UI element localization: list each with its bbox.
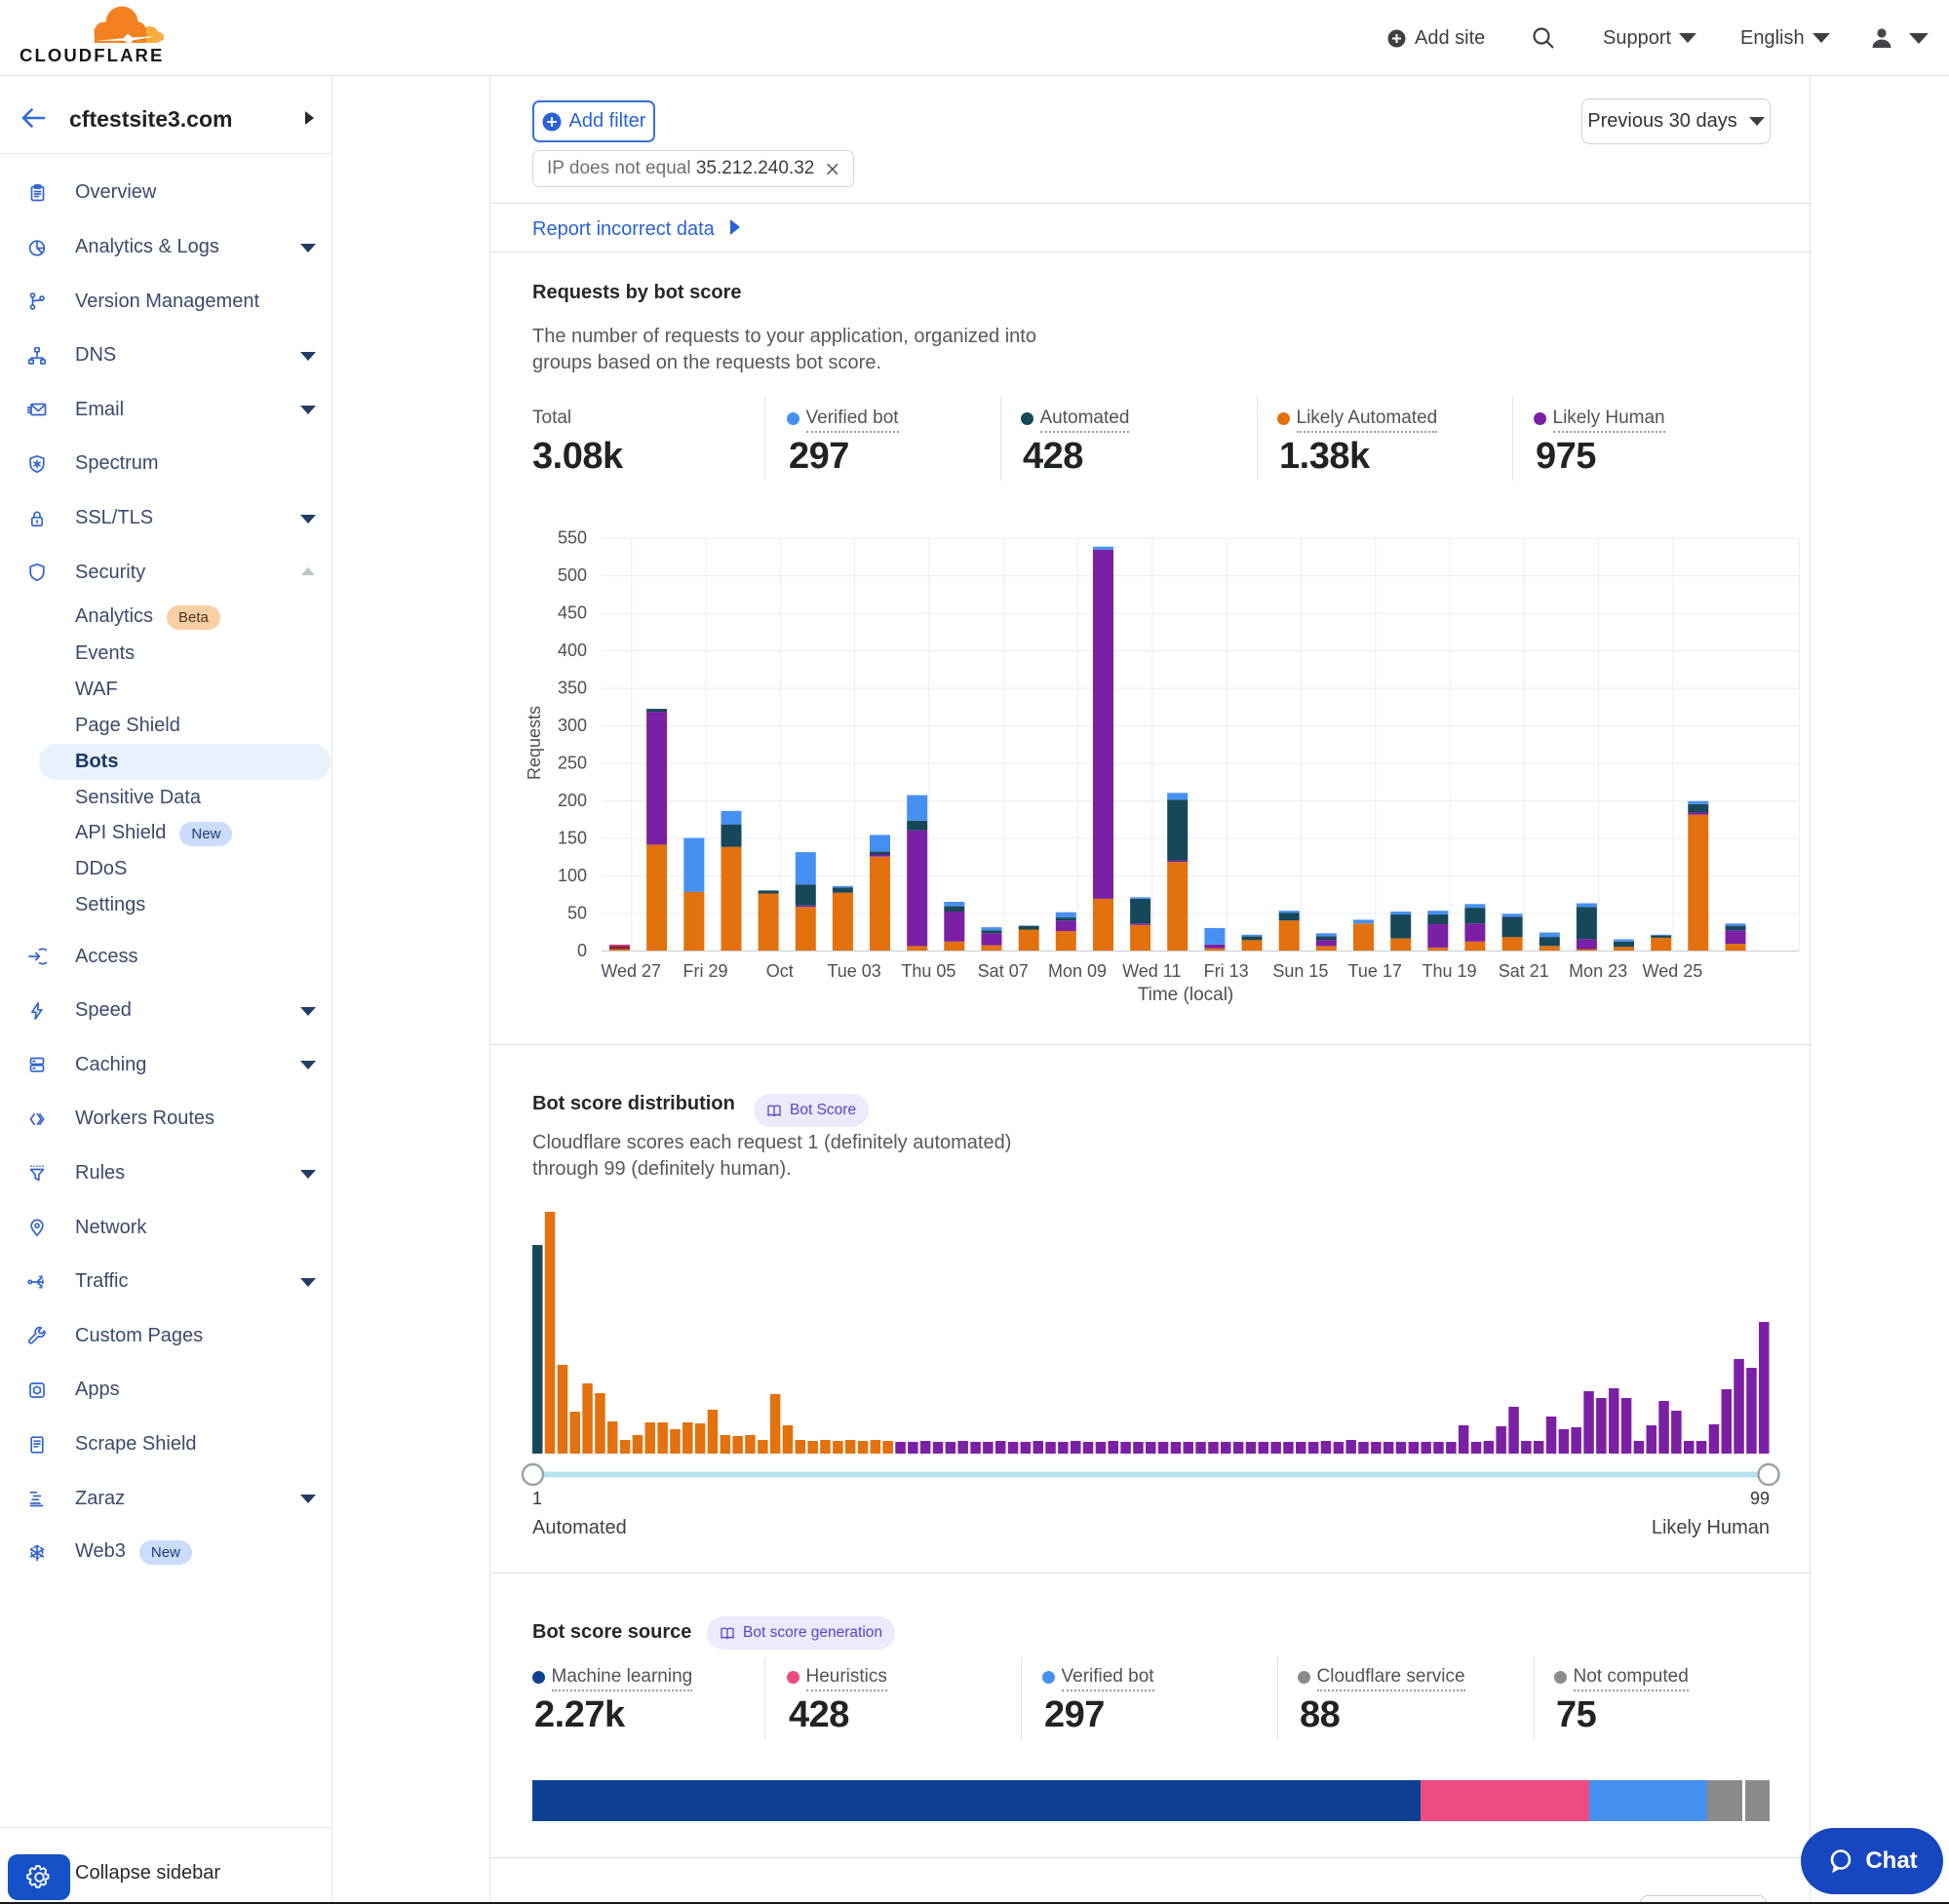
svg-text:Wed 27: Wed 27 xyxy=(601,961,661,981)
svg-text:Wed 25: Wed 25 xyxy=(1643,961,1703,981)
svg-text:400: 400 xyxy=(558,641,587,660)
svg-text:Mon 09: Mon 09 xyxy=(1048,961,1107,981)
svg-text:200: 200 xyxy=(558,791,587,810)
svg-text:Thu 19: Thu 19 xyxy=(1422,961,1476,981)
svg-text:1: 1 xyxy=(532,1489,542,1508)
svg-text:Thu 05: Thu 05 xyxy=(901,961,955,981)
svg-text:250: 250 xyxy=(558,754,587,773)
svg-text:Sat 07: Sat 07 xyxy=(978,961,1029,981)
svg-text:300: 300 xyxy=(558,716,587,735)
svg-text:450: 450 xyxy=(558,603,587,623)
svg-text:150: 150 xyxy=(558,829,587,848)
svg-text:Requests: Requests xyxy=(525,706,544,780)
svg-text:Fri 29: Fri 29 xyxy=(682,961,727,981)
svg-text:Sat 21: Sat 21 xyxy=(1499,961,1549,981)
svg-text:99: 99 xyxy=(1750,1489,1770,1508)
svg-text:Tue 17: Tue 17 xyxy=(1348,961,1402,981)
svg-text:Fri 13: Fri 13 xyxy=(1204,961,1249,981)
svg-text:Wed 11: Wed 11 xyxy=(1122,961,1181,981)
svg-text:500: 500 xyxy=(558,565,587,585)
svg-text:Mon 23: Mon 23 xyxy=(1569,961,1627,981)
svg-text:0: 0 xyxy=(577,941,587,960)
svg-text:Tue 03: Tue 03 xyxy=(827,961,880,981)
svg-text:Likely Human: Likely Human xyxy=(1652,1517,1770,1538)
svg-text:550: 550 xyxy=(558,528,587,548)
svg-text:Automated: Automated xyxy=(532,1517,627,1538)
svg-text:100: 100 xyxy=(558,866,587,885)
svg-text:Time (local): Time (local) xyxy=(1138,985,1234,1005)
svg-text:50: 50 xyxy=(567,904,587,923)
svg-text:Oct: Oct xyxy=(766,961,794,981)
svg-text:Sun 15: Sun 15 xyxy=(1272,961,1328,981)
svg-text:350: 350 xyxy=(558,679,587,698)
